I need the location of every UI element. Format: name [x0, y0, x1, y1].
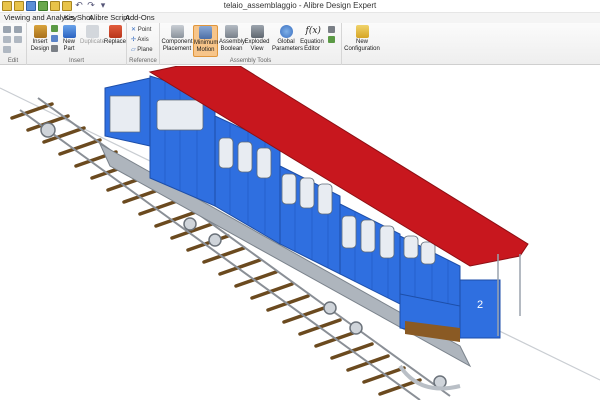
wheel — [183, 217, 197, 231]
copy-icon[interactable] — [14, 26, 22, 33]
ribbon: Edit Insert Design New Part Duplicate Re… — [0, 23, 600, 65]
assembly-boolean-button[interactable]: Assembly Boolean — [219, 25, 245, 52]
paste-icon[interactable] — [3, 36, 11, 43]
insert-small-icon-3[interactable] — [51, 45, 58, 52]
new-configuration-icon — [355, 25, 369, 38]
menu-add-ons[interactable]: Add-Ons — [125, 13, 155, 22]
menu-bar: Viewing and Analysis KeyShot Alibre Scri… — [0, 13, 600, 23]
minimum-motion-button[interactable]: Minimum Motion — [193, 25, 218, 57]
axis-button[interactable]: ✢ Axis — [131, 36, 149, 43]
wheel — [40, 122, 56, 138]
insert-group-label: Insert — [68, 58, 84, 64]
component-placement-button[interactable]: Component Placement — [161, 25, 193, 52]
minimum-motion-icon — [199, 26, 212, 39]
edit-group-label: Edit — [7, 58, 19, 64]
wheel — [433, 375, 447, 389]
equation-editor-icon: f(x) — [305, 26, 321, 36]
wheel — [323, 301, 337, 315]
reference-group-label: Reference — [129, 58, 157, 64]
menu-alibre-script[interactable]: Alibre Script — [89, 13, 129, 22]
global-parameters-button[interactable]: Global Parameters — [272, 25, 303, 52]
exploded-view-button[interactable]: Exploded View — [244, 25, 270, 52]
plane-button[interactable]: ▱ Plane — [131, 46, 153, 53]
funicular-model: 2 — [0, 66, 600, 400]
replace-button[interactable]: Replace — [104, 25, 126, 46]
window-title: telaio_assemblaggio - Alibre Design Expe… — [223, 1, 377, 10]
insert-group: Insert Design New Part Duplicate Replace… — [27, 23, 127, 65]
configuration-group: New Configuration — [342, 23, 382, 65]
duplicate-icon — [85, 25, 99, 38]
3d-viewport[interactable]: 2 — [0, 66, 600, 400]
global-parameters-icon — [279, 25, 293, 38]
component-placement-icon — [170, 25, 184, 38]
plane-icon: ▱ — [131, 47, 136, 53]
assembly-boolean-icon — [225, 25, 238, 38]
insert-design-icon — [33, 25, 47, 38]
assembly-tools-group: Component Placement Minimum Motion Assem… — [160, 23, 342, 65]
insert-small-icon[interactable] — [51, 25, 58, 32]
car-number: 2 — [477, 299, 483, 311]
replace-icon — [108, 25, 122, 38]
assembly-small-icon-2[interactable] — [328, 36, 335, 43]
axis-icon: ✢ — [131, 37, 137, 43]
select-icon[interactable] — [3, 46, 11, 53]
cut-icon[interactable] — [3, 26, 11, 33]
point-icon: ✕ — [131, 27, 137, 33]
assembly-small-icon[interactable] — [328, 26, 335, 33]
point-button[interactable]: ✕ Point — [131, 26, 151, 33]
edit-group: Edit — [0, 23, 27, 65]
new-part-icon — [62, 25, 76, 38]
wheel — [349, 321, 363, 335]
delete-icon[interactable] — [14, 36, 22, 43]
assembly-tools-group-label: Assembly Tools — [229, 58, 272, 64]
new-configuration-button[interactable]: New Configuration — [343, 25, 381, 52]
title-bar: ↶ ↷ ▾ telaio_assemblaggio - Alibre Desig… — [0, 0, 600, 13]
exploded-view-icon — [250, 25, 264, 38]
insert-design-button[interactable]: Insert Design — [29, 25, 51, 52]
wheel — [208, 233, 222, 247]
insert-small-icon-2[interactable] — [51, 35, 58, 42]
duplicate-button[interactable]: Duplicate — [80, 25, 105, 46]
equation-editor-button[interactable]: f(x) Equation Editor — [300, 25, 324, 52]
new-part-button[interactable]: New Part — [60, 25, 78, 52]
reference-group: ✕ Point ✢ Axis ▱ Plane Reference — [127, 23, 160, 65]
